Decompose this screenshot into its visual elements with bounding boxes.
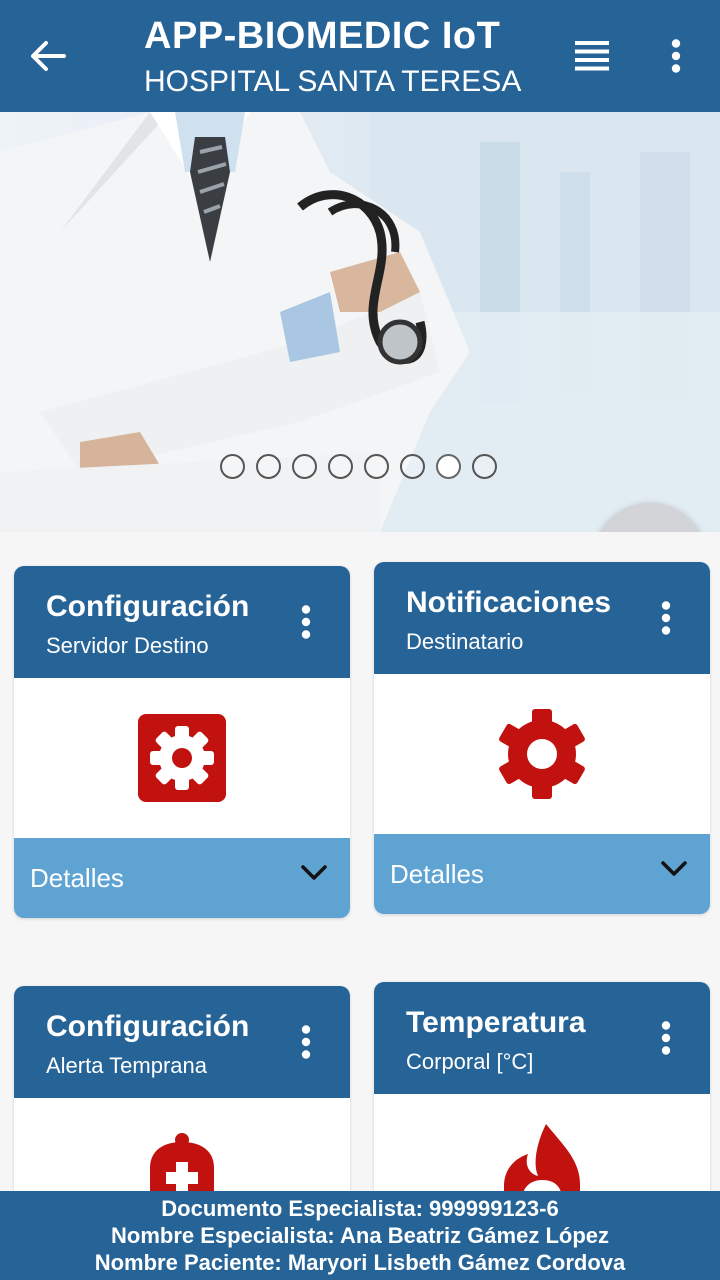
specialist-name: Nombre Especialista: Ana Beatriz Gámez L… xyxy=(111,1223,609,1248)
image-carousel[interactable] xyxy=(0,112,720,532)
back-button[interactable] xyxy=(22,30,74,82)
more-vert-icon xyxy=(661,1021,671,1055)
patient-info-footer: Documento Especialista: 999999123-6 Nomb… xyxy=(0,1191,720,1280)
details-label: Detalles xyxy=(390,858,484,889)
chevron-down-icon xyxy=(661,861,687,876)
details-label: Detalles xyxy=(30,862,124,893)
more-vert-icon xyxy=(661,601,671,635)
carousel-dot[interactable] xyxy=(256,454,281,479)
list-button[interactable] xyxy=(566,34,618,78)
hospital-name: HOSPITAL SANTA TERESA xyxy=(144,65,522,98)
details-toggle[interactable]: Detalles xyxy=(14,838,350,918)
card-icon-area xyxy=(14,678,350,838)
card-menu-button[interactable] xyxy=(648,598,684,638)
app-title: APP-BIOMEDIC IoT xyxy=(144,15,501,57)
flame-icon xyxy=(504,1124,580,1200)
settings-gear-icon xyxy=(499,709,585,799)
settings-box-icon xyxy=(138,714,226,802)
carousel-indicators xyxy=(220,454,497,479)
carousel-dot[interactable] xyxy=(292,454,317,479)
more-vert-icon xyxy=(671,39,681,73)
card-menu-button[interactable] xyxy=(288,1022,324,1062)
app-bar: APP-BIOMEDIC IoT HOSPITAL SANTA TERESA xyxy=(0,0,720,112)
chevron-down-icon xyxy=(301,865,327,880)
card-header: Temperatura Corporal [°C] xyxy=(374,982,710,1094)
list-icon xyxy=(575,41,609,71)
patient-name: Nombre Paciente: Maryori Lisbeth Gámez C… xyxy=(94,1250,626,1275)
card-icon-area xyxy=(374,674,710,834)
card-menu-button[interactable] xyxy=(288,602,324,642)
carousel-dot[interactable] xyxy=(472,454,497,479)
more-vert-icon xyxy=(301,1025,311,1059)
carousel-dot[interactable] xyxy=(400,454,425,479)
overflow-menu-button[interactable] xyxy=(654,32,698,80)
carousel-dot[interactable] xyxy=(436,454,461,479)
card-configuracion-servidor[interactable]: Configuración Servidor Destino Detalles xyxy=(14,566,350,918)
card-menu-button[interactable] xyxy=(648,1018,684,1058)
card-notificaciones[interactable]: Notificaciones Destinatario Detalles xyxy=(374,562,710,914)
card-header: Configuración Servidor Destino xyxy=(14,566,350,678)
card-header: Configuración Alerta Temprana xyxy=(14,986,350,1098)
carousel-dot[interactable] xyxy=(364,454,389,479)
carousel-dot[interactable] xyxy=(328,454,353,479)
details-toggle[interactable]: Detalles xyxy=(374,834,710,914)
card-header: Notificaciones Destinatario xyxy=(374,562,710,674)
specialist-document: Documento Especialista: 999999123-6 xyxy=(161,1196,559,1221)
more-vert-icon xyxy=(301,605,311,639)
carousel-dot[interactable] xyxy=(220,454,245,479)
arrow-back-icon xyxy=(31,41,66,71)
